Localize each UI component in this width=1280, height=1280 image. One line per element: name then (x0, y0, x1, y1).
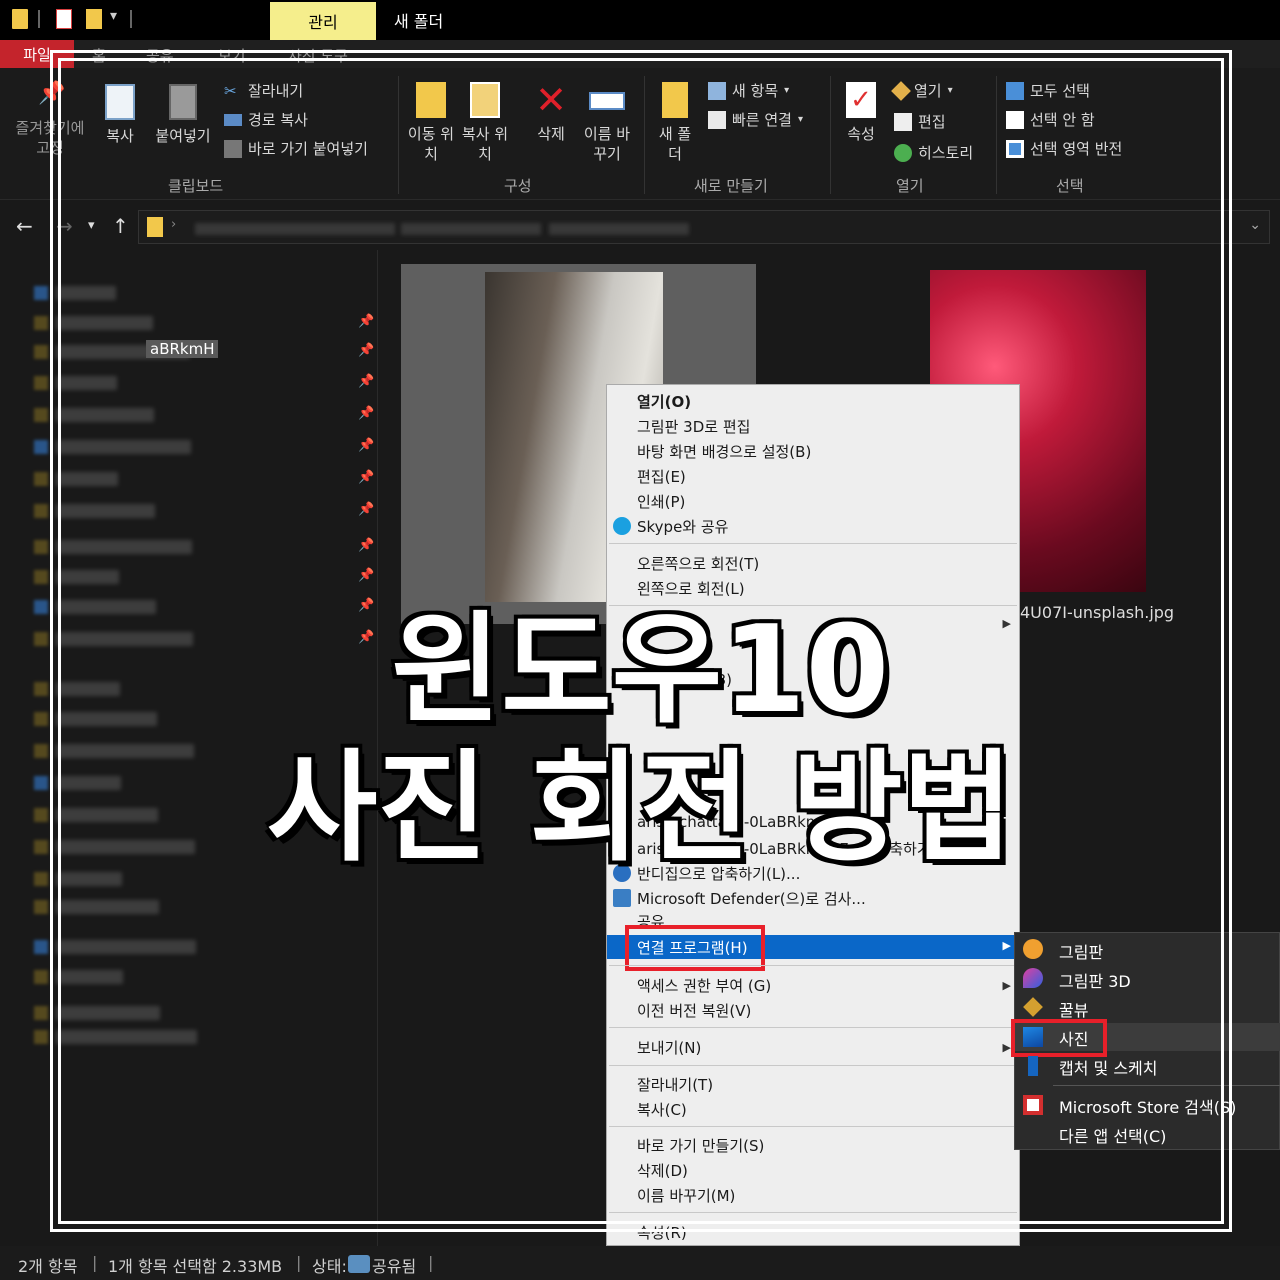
divider: | (296, 1253, 302, 1272)
status-bar: 2개 항목 | 1개 항목 선택함 2.33MB | 상태: 공유됨 | (0, 1246, 1280, 1280)
folder-icon (34, 900, 48, 914)
shared-state: 공유됨 (372, 1257, 417, 1276)
folder-icon (34, 1030, 48, 1044)
selection-info: 1개 항목 선택함 2.33MB (108, 1257, 283, 1276)
divider (38, 10, 40, 28)
new-folder-icon[interactable] (86, 9, 102, 29)
folder-icon[interactable] (12, 9, 28, 29)
properties-icon[interactable] (56, 9, 72, 29)
shared-users-icon (348, 1255, 370, 1273)
folder-icon (34, 472, 48, 486)
item-count: 2개 항목 (18, 1257, 78, 1276)
window-title: 새 폴더 (394, 12, 444, 31)
folder-icon (34, 376, 48, 390)
title-bar: ▾ 관리 새 폴더 (0, 0, 1280, 40)
folder-icon (34, 540, 48, 554)
folder-icon (34, 940, 48, 954)
folder-icon (34, 345, 48, 359)
overlay-title-line2: 사진 회전 방법 (266, 738, 1015, 880)
divider: | (428, 1253, 434, 1272)
folder-icon (34, 970, 48, 984)
tab-manage[interactable]: 관리 (270, 2, 376, 40)
folder-icon (34, 440, 48, 454)
back-icon[interactable]: ← (16, 214, 33, 238)
folder-icon (34, 316, 48, 330)
state-label: 상태: (312, 1257, 347, 1276)
divider (130, 10, 132, 28)
folder-icon (34, 1006, 48, 1020)
chevron-down-icon[interactable]: ▾ (110, 8, 122, 28)
folder-icon (34, 504, 48, 518)
folder-icon (34, 408, 48, 422)
folder-icon (34, 286, 48, 300)
chevron-down-icon[interactable]: ⌄ (1249, 217, 1261, 233)
divider: | (92, 1253, 98, 1272)
